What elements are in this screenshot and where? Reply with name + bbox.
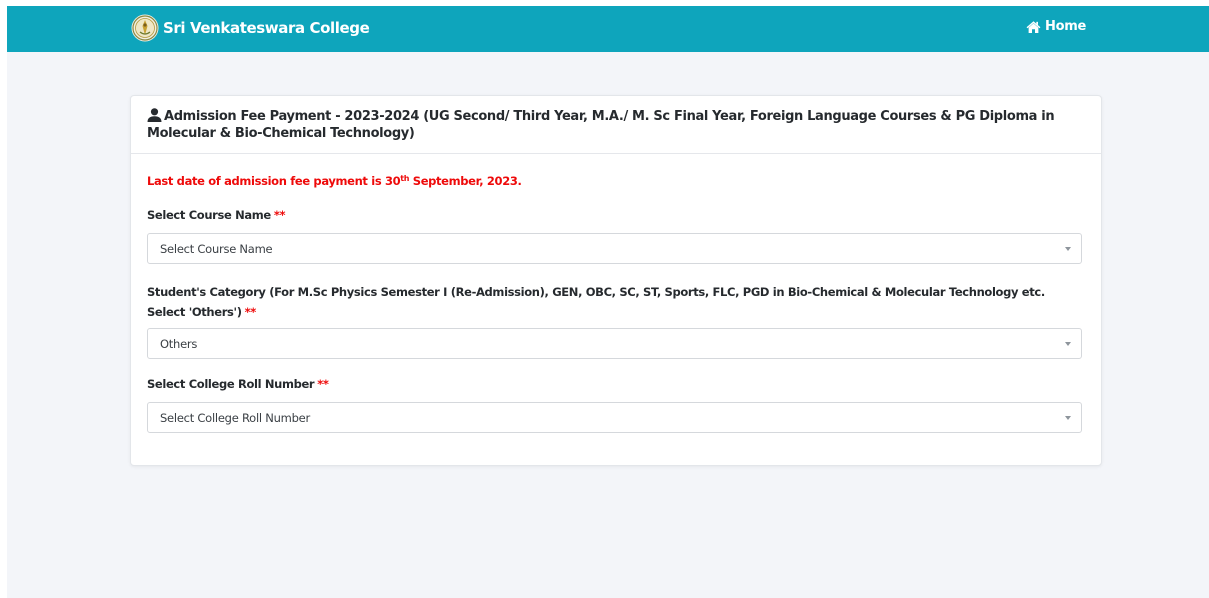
notice-superscript: th [400, 174, 410, 183]
home-label: Home [1045, 19, 1086, 34]
dropdown-arrow-icon [1065, 342, 1071, 346]
dropdown-arrow-icon [1065, 247, 1071, 251]
student-category-label-text: Student's Category (For M.Sc Physics Sem… [147, 285, 1045, 319]
card-title-text: Admission Fee Payment - 2023-2024 (UG Se… [147, 109, 1055, 141]
roll-number-label: Select College Roll Number ** [147, 374, 1067, 394]
user-icon [147, 108, 162, 122]
course-name-value: Select Course Name [160, 242, 273, 256]
brand-name: Sri Venkateswara College [163, 19, 370, 37]
brand-link[interactable]: Sri Venkateswara College [131, 13, 370, 43]
course-name-select[interactable]: Select Course Name [147, 233, 1082, 264]
deadline-notice: Last date of admission fee payment is 30… [147, 174, 522, 188]
fee-payment-card: Admission Fee Payment - 2023-2024 (UG Se… [130, 95, 1102, 466]
page: Sri Venkateswara College Home Admission … [7, 6, 1209, 598]
roll-number-select[interactable]: Select College Roll Number [147, 402, 1082, 433]
card-header: Admission Fee Payment - 2023-2024 (UG Se… [131, 96, 1101, 154]
course-name-label-text: Select Course Name [147, 208, 271, 222]
roll-number-value: Select College Roll Number [160, 411, 310, 425]
top-navbar: Sri Venkateswara College Home [7, 6, 1209, 52]
notice-suffix: September, 2023. [409, 174, 522, 188]
card-title: Admission Fee Payment - 2023-2024 (UG Se… [147, 108, 1057, 142]
home-icon [1026, 20, 1041, 33]
notice-prefix: Last date of admission fee payment is 30 [147, 174, 401, 188]
college-emblem-icon [131, 14, 159, 42]
required-marker: ** [244, 305, 257, 319]
dropdown-arrow-icon [1065, 416, 1071, 420]
student-category-label: Student's Category (For M.Sc Physics Sem… [147, 282, 1067, 322]
home-link[interactable]: Home [1026, 19, 1086, 34]
student-category-select[interactable]: Others [147, 328, 1082, 359]
required-marker: ** [273, 208, 286, 222]
roll-number-label-text: Select College Roll Number [147, 377, 315, 391]
course-name-label: Select Course Name ** [147, 205, 1067, 225]
required-marker: ** [317, 377, 329, 391]
student-category-value: Others [160, 337, 198, 351]
